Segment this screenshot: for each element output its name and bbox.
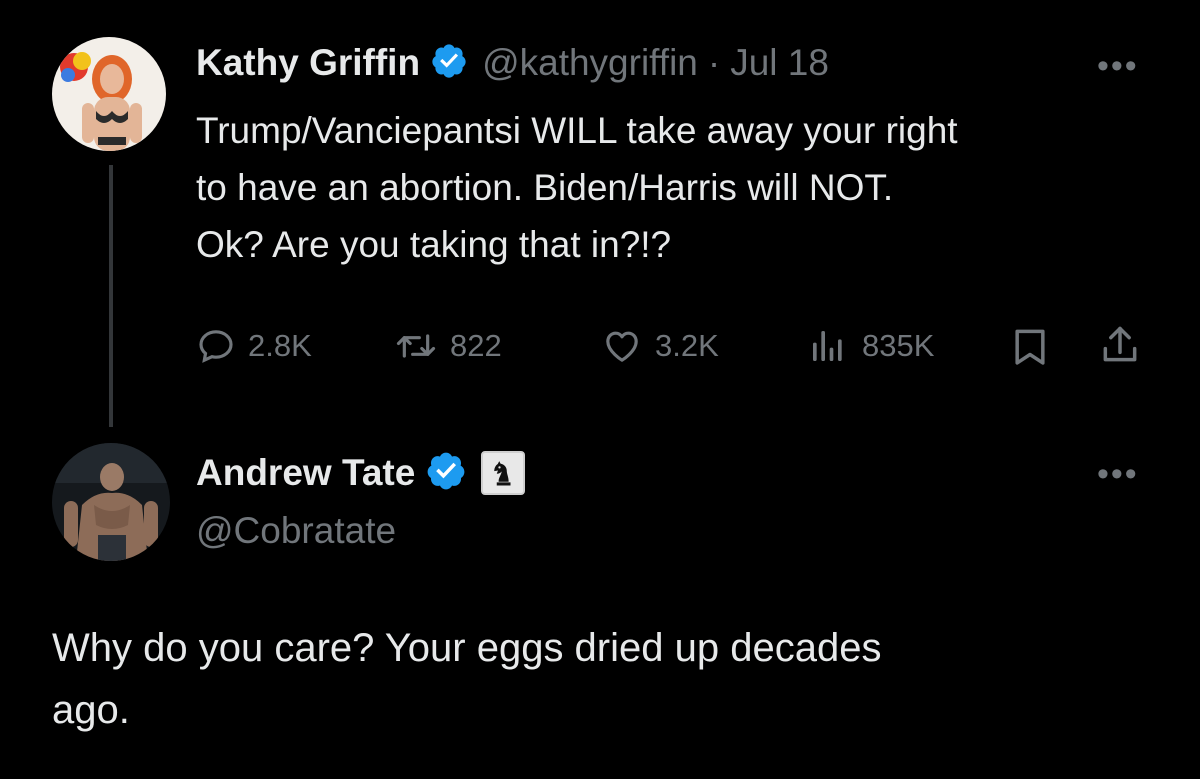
tweet-text-line: Why do you care? Your eggs dried up deca… [52,626,882,670]
author-handle[interactable]: @kathygriffin [482,42,698,84]
tweet-text-line: to have an abortion. Biden/Harris will N… [196,167,894,208]
reply-count: 2.8K [248,328,312,363]
tweet-text-line: Ok? Are you taking that in?!? [196,224,672,265]
retweet-button[interactable]: 822 [394,323,502,369]
thread-connector-line [109,165,113,427]
more-options-icon[interactable]: ••• [1097,457,1139,491]
reply-icon [199,330,233,363]
like-count: 3.2K [655,328,719,363]
author-name[interactable]: Andrew Tate [196,452,415,494]
separator-dot: · [707,42,721,83]
view-count: 835K [862,328,935,363]
tweet-date[interactable]: Jul 18 [730,42,829,84]
share-button[interactable] [1098,323,1142,372]
more-options-icon[interactable]: ••• [1097,49,1139,83]
bookmark-button[interactable] [1008,325,1052,374]
andrew-tate-avatar[interactable] [52,443,170,561]
author-name[interactable]: Kathy Griffin [196,42,420,84]
reply-button[interactable]: 2.8K [196,323,312,369]
like-button[interactable]: 3.2K [601,323,719,369]
bookmark-icon [1015,329,1045,365]
chess-knight-icon[interactable] [481,451,526,495]
views-button[interactable]: 835K [806,323,934,369]
retweet-count: 822 [450,328,502,363]
tweet2-header: Andrew Tate [196,448,526,498]
views-chart-icon [813,331,842,361]
tweet1-text: Trump/Vanciepantsi WILL take away your r… [196,102,1176,273]
verified-badge-icon [425,450,467,497]
tweet1-header: Kathy Griffin @kathygriffin · Jul 18 [196,38,829,88]
author-handle[interactable]: @Cobratate [196,510,396,552]
share-icon [1103,326,1137,362]
verified-badge-icon [430,42,468,85]
retweet-icon [396,334,436,358]
tweet-text-line: Trump/Vanciepantsi WILL take away your r… [196,110,958,151]
heart-icon [606,331,638,362]
tweet2-text: Why do you care? Your eggs dried up deca… [52,617,1172,741]
kathy-griffin-avatar[interactable] [52,37,166,151]
tweet-text-line: ago. [52,688,130,732]
